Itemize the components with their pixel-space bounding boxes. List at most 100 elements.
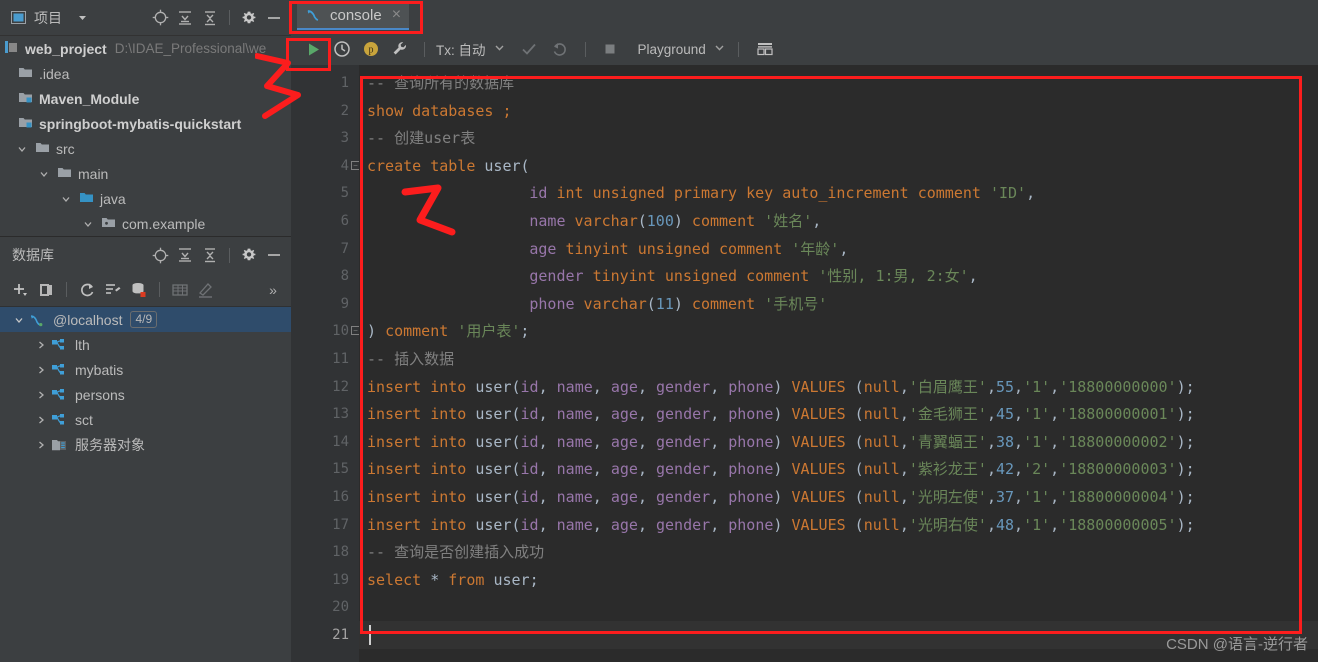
more-icon[interactable]: » xyxy=(263,280,283,300)
db-tree-item-lth[interactable]: lth xyxy=(0,332,291,357)
refresh-icon[interactable] xyxy=(77,280,97,300)
chevron-right-icon[interactable] xyxy=(32,340,50,350)
schema-selector[interactable]: Playground xyxy=(638,42,706,57)
tree-item-springboot-mybatis-quickstart[interactable]: springboot-mybatis-quickstart xyxy=(0,111,291,136)
code-token: age xyxy=(610,488,638,506)
data-grid-icon[interactable] xyxy=(752,39,778,59)
collapse-all-icon[interactable] xyxy=(175,8,195,28)
code-line[interactable]: -- 查询是否创建插入成功 xyxy=(367,538,544,566)
code-token: , xyxy=(710,405,729,424)
add-icon[interactable] xyxy=(10,280,30,300)
chevron-right-icon[interactable] xyxy=(32,390,50,400)
code-line[interactable]: -- 创建user表 xyxy=(367,124,475,152)
settings-gear-icon[interactable] xyxy=(239,8,259,28)
expand-all-icon[interactable] xyxy=(200,245,220,265)
code-content[interactable]: -- 查询所有的数据库 show databases ; -- 创建user表 cre… xyxy=(359,65,1318,662)
chevron-right-icon[interactable] xyxy=(32,440,50,450)
chevron-down-icon[interactable] xyxy=(58,194,74,204)
collapse-all-icon[interactable] xyxy=(175,245,195,265)
code-token: VALUES xyxy=(791,460,846,479)
tree-item-java[interactable]: java xyxy=(0,186,291,211)
tree-item-src[interactable]: src xyxy=(0,136,291,161)
code-token: phone xyxy=(728,405,774,424)
code-line[interactable]: show databases ; xyxy=(367,97,512,125)
tree-item-com-example[interactable]: com.example xyxy=(0,211,291,236)
db-tree-item-server-objects[interactable]: 服务器对象 xyxy=(0,432,291,457)
code-line[interactable]: -- 查询所有的数据库 xyxy=(367,69,514,97)
history-icon[interactable] xyxy=(329,39,355,59)
divider xyxy=(66,282,67,297)
code-token: '紫衫龙王' xyxy=(908,460,987,479)
code-line[interactable]: insert into user(id, name, age, gender, … xyxy=(367,400,1195,428)
stop-icon xyxy=(597,39,623,59)
project-tree[interactable]: web_project D:\IDAE_Professional\we .ide… xyxy=(0,36,291,236)
run-button[interactable] xyxy=(300,39,326,59)
settings-gear-icon[interactable] xyxy=(239,245,259,265)
code-line[interactable]: create table user( xyxy=(367,152,530,180)
close-icon[interactable]: × xyxy=(392,6,401,24)
code-token: age xyxy=(610,405,638,424)
chevron-down-icon[interactable] xyxy=(714,42,725,56)
duplicate-icon[interactable] xyxy=(36,280,56,300)
profile-icon[interactable]: p xyxy=(358,39,384,59)
code-line[interactable]: insert into user(id, name, age, gender, … xyxy=(367,455,1195,483)
code-token: '姓名' xyxy=(764,212,813,230)
code-line[interactable]: age tinyint unsigned comment '年龄', xyxy=(529,235,848,263)
chevron-down-icon[interactable] xyxy=(36,169,52,179)
project-dropdown-icon[interactable] xyxy=(72,8,92,28)
sql-editor[interactable]: 1 2 3 4−5 6 7 8 9 10−11 12 13 14 15 16 17 18 19 20 21 -- 查… xyxy=(291,65,1318,662)
chevron-down-icon[interactable] xyxy=(80,219,96,229)
locate-icon[interactable] xyxy=(150,8,170,28)
hide-panel-icon[interactable] xyxy=(264,8,284,28)
code-line[interactable]: name varchar(100) comment '姓名', xyxy=(529,207,821,235)
run-script-icon[interactable] xyxy=(103,280,123,300)
tab-console[interactable]: console × xyxy=(297,2,410,30)
database-sync-icon[interactable] xyxy=(129,280,149,300)
code-line[interactable]: phone varchar(11) comment '手机号' xyxy=(529,290,827,318)
chevron-right-icon[interactable] xyxy=(32,415,50,425)
code-token: name xyxy=(556,432,593,451)
code-token: id xyxy=(520,488,539,506)
db-tree-item-localhost[interactable]: @localhost 4/9 xyxy=(0,307,291,332)
code-line[interactable]: ) comment '用户表'; xyxy=(367,317,529,345)
code-token: '1' xyxy=(1023,377,1051,396)
db-tree-item-sct[interactable]: sct xyxy=(0,407,291,432)
chevron-down-icon[interactable] xyxy=(10,315,28,325)
expand-all-icon[interactable] xyxy=(200,8,220,28)
code-line[interactable]: insert into user(id, name, age, gender, … xyxy=(367,373,1195,401)
code-token: ) xyxy=(367,322,377,341)
code-token: , xyxy=(986,460,996,479)
code-line[interactable]: insert into user(id, name, age, gender, … xyxy=(367,511,1195,539)
transaction-mode-label[interactable]: Tx: 自动 xyxy=(436,39,486,59)
chevron-down-icon[interactable] xyxy=(14,144,30,154)
code-token: '白眉鹰王' xyxy=(908,377,987,396)
table-view-icon xyxy=(170,280,190,300)
hide-panel-icon[interactable] xyxy=(264,245,284,265)
db-tree-item-persons[interactable]: persons xyxy=(0,382,291,407)
code-line[interactable]: -- 插入数据 xyxy=(367,345,454,373)
tree-item-idea[interactable]: .idea xyxy=(0,61,291,86)
wrench-icon[interactable] xyxy=(387,39,413,59)
locate-icon[interactable] xyxy=(150,245,170,265)
code-line[interactable]: gender tinyint unsigned comment '性别, 1:男… xyxy=(529,262,977,290)
chevron-right-icon[interactable] xyxy=(32,365,50,375)
tree-item-web-project[interactable]: web_project D:\IDAE_Professional\we xyxy=(0,36,291,61)
code-token: , xyxy=(986,405,996,424)
code-line[interactable]: insert into user(id, name, age, gender, … xyxy=(367,428,1195,456)
code-line[interactable]: insert into user(id, name, age, gender, … xyxy=(367,483,1195,511)
code-line[interactable]: select * from user; xyxy=(367,566,539,594)
code-token: ( xyxy=(511,377,521,396)
code-token: name xyxy=(556,515,593,534)
commit-icon xyxy=(515,39,543,59)
code-token: '1' xyxy=(1023,488,1051,506)
db-tree-item-mybatis[interactable]: mybatis xyxy=(0,357,291,382)
chevron-down-icon[interactable] xyxy=(494,42,505,56)
tree-item-maven-module[interactable]: Maven_Module xyxy=(0,86,291,111)
code-line[interactable]: id int unsigned primary key auto_increme… xyxy=(529,179,1035,207)
tree-item-main[interactable]: main xyxy=(0,161,291,186)
